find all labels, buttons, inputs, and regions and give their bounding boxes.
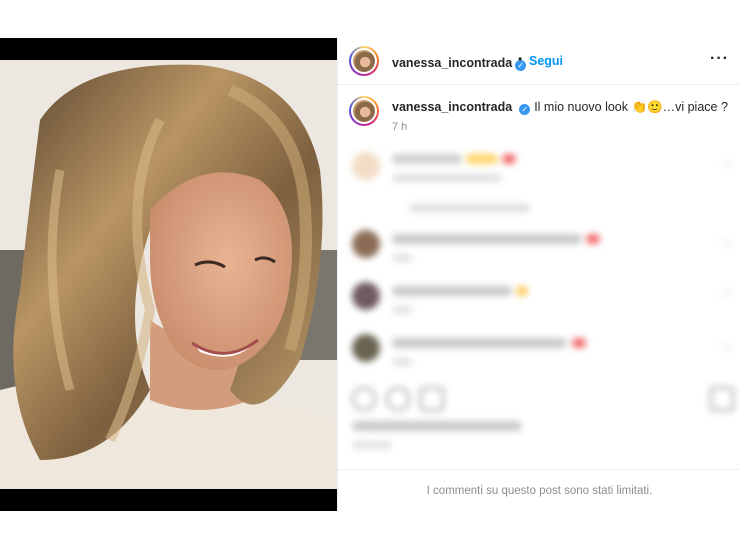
- comment-icon[interactable]: [386, 387, 410, 411]
- heart-icon[interactable]: ♡: [721, 340, 733, 356]
- heart-icon[interactable]: ♡: [721, 236, 733, 252]
- comment-avatar: [352, 282, 380, 310]
- comment-avatar: [352, 334, 380, 362]
- post-header: vanessa_incontrada ✓ • Segui ···: [338, 38, 740, 85]
- comment-avatar: [352, 152, 380, 180]
- more-options-icon[interactable]: ···: [710, 50, 729, 68]
- caption-avatar[interactable]: [349, 96, 379, 126]
- share-icon[interactable]: [420, 387, 444, 411]
- post-media-panel: [0, 38, 337, 511]
- caption: vanessa_incontrada ✓ Il mio nuovo look 👏🙂……: [392, 100, 728, 115]
- action-bar-blurred: [338, 383, 740, 449]
- heart-icon[interactable]: ♡: [721, 288, 733, 304]
- username-link[interactable]: vanessa_incontrada: [392, 56, 512, 70]
- separator-dot: •: [518, 52, 523, 66]
- post-detail-panel: vanessa_incontrada ✓ • Segui ··· vanessa_…: [337, 38, 740, 511]
- comments-list-blurred: ♡ ♡ ♡ ♡: [338, 146, 740, 386]
- heart-icon[interactable]: ♡: [721, 158, 733, 174]
- footer-divider: [338, 469, 740, 470]
- save-icon[interactable]: [710, 387, 734, 411]
- post-author[interactable]: vanessa_incontrada ✓: [392, 54, 527, 72]
- portrait-image: [0, 60, 337, 489]
- post-photo[interactable]: [0, 60, 337, 489]
- comment-avatar: [352, 230, 380, 258]
- post-timestamp[interactable]: 7 h: [392, 121, 407, 133]
- verified-badge-icon: ✓: [519, 104, 531, 115]
- caption-username[interactable]: vanessa_incontrada: [392, 100, 512, 114]
- follow-button[interactable]: Segui: [529, 54, 563, 68]
- comments-limited-notice: I commenti su questo post sono stati lim…: [426, 485, 653, 497]
- avatar[interactable]: [349, 46, 379, 76]
- like-icon[interactable]: [352, 387, 376, 411]
- caption-body: Il mio nuovo look 👏🙂…vi piace ?: [534, 100, 728, 114]
